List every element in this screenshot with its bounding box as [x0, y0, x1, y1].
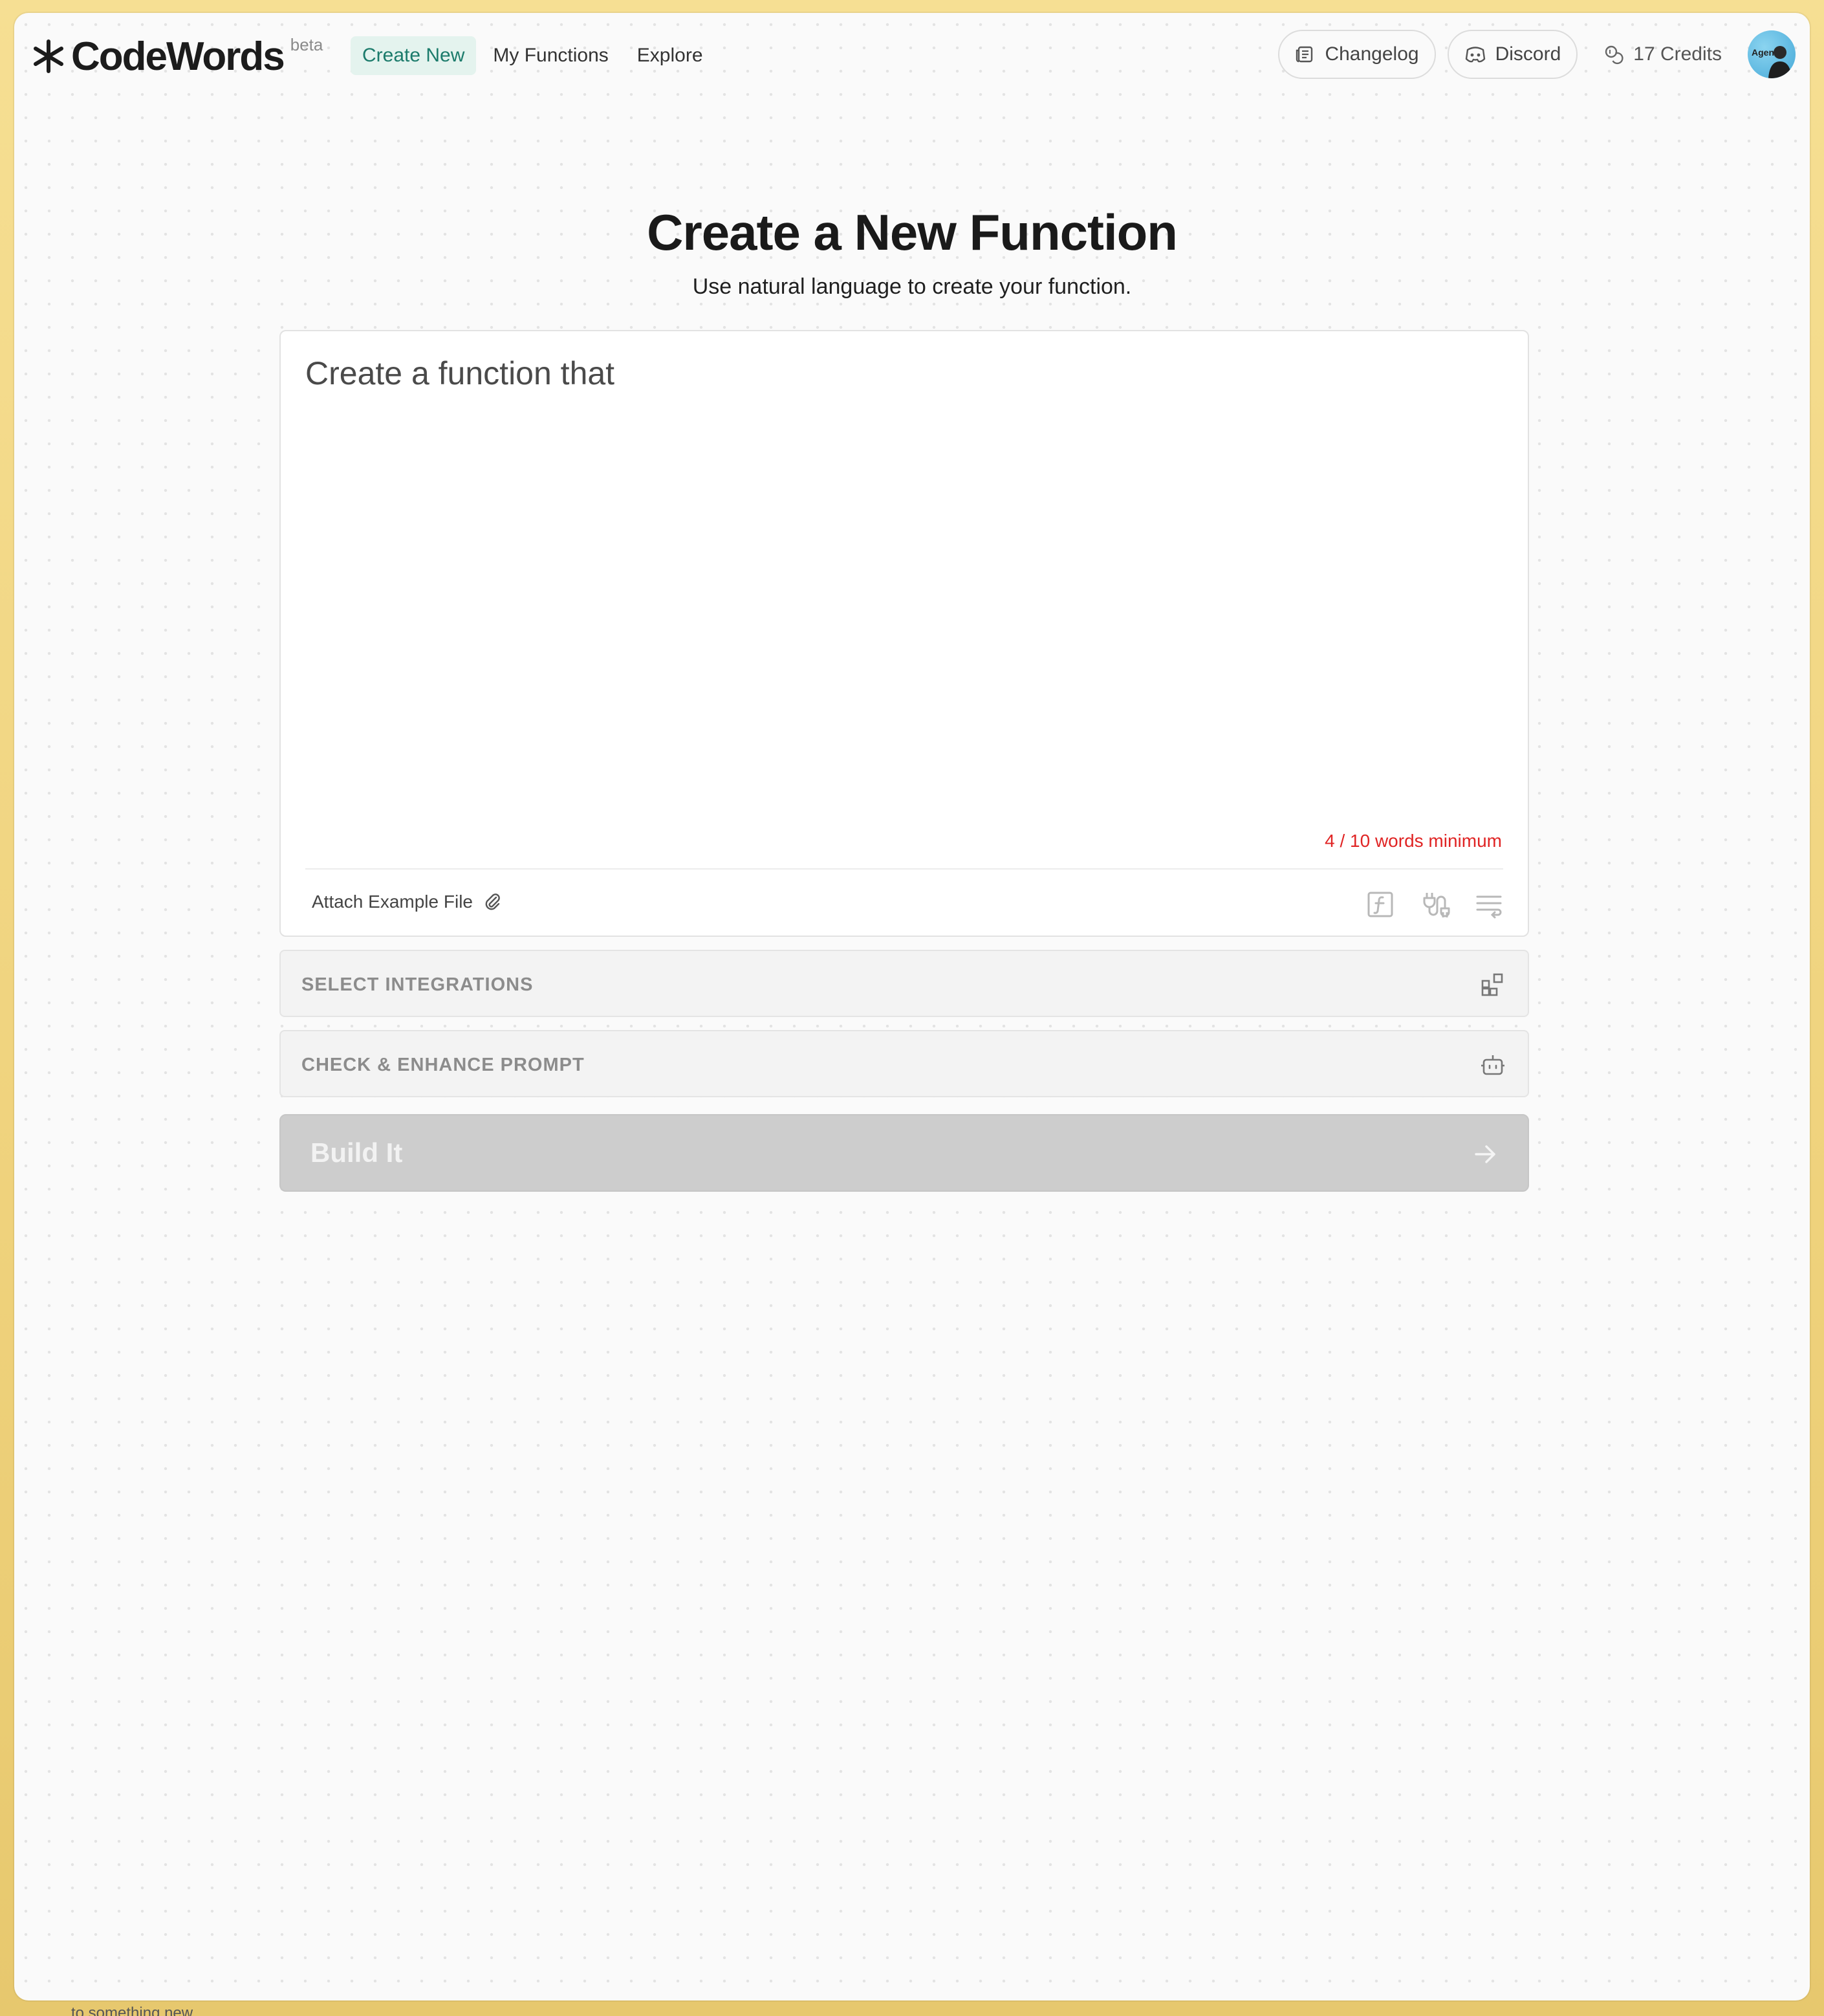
changelog-button[interactable]: Changelog [1278, 30, 1436, 79]
avatar-person-icon [1768, 46, 1792, 78]
enhance-label: CHECK & ENHANCE PROMPT [301, 1055, 585, 1075]
filter-lines-icon[interactable] [1473, 889, 1504, 920]
function-icon[interactable] [1365, 889, 1396, 920]
top-navigation: CodeWords beta Create New My Functions E… [14, 13, 1810, 110]
newspaper-icon [1296, 46, 1313, 63]
editor-tools [1365, 889, 1504, 920]
nav-explore[interactable]: Explore [625, 36, 715, 75]
build-label: Build It [310, 1137, 403, 1168]
build-it-button[interactable]: Build It [279, 1114, 1529, 1192]
changelog-label: Changelog [1325, 43, 1419, 65]
app-name: CodeWords [71, 34, 285, 79]
nav-actions: Changelog Discord 17 Credits Agent0 [1278, 30, 1796, 79]
beta-badge: beta [290, 35, 323, 54]
nav-links: Create New My Functions Explore [351, 36, 715, 75]
editor-divider [305, 868, 1503, 870]
discord-label: Discord [1495, 43, 1561, 65]
discord-button[interactable]: Discord [1447, 30, 1578, 79]
plug-icon[interactable] [1419, 889, 1450, 920]
arrow-right-icon [1475, 1145, 1495, 1163]
credits-label: 17 Credits [1633, 43, 1722, 65]
coins-icon [1605, 45, 1623, 65]
credits-indicator[interactable]: 17 Credits [1589, 43, 1736, 65]
nav-create-new[interactable]: Create New [351, 36, 477, 75]
prompt-input[interactable] [305, 355, 1502, 807]
robot-icon [1481, 1055, 1504, 1075]
asterisk-logo-icon [34, 39, 63, 73]
integrations-label: SELECT INTEGRATIONS [301, 974, 534, 995]
check-enhance-prompt-section[interactable]: CHECK & ENHANCE PROMPT [279, 1030, 1529, 1097]
word-count-warning: 4 / 10 words minimum [1325, 831, 1502, 851]
background-text: to something new. [71, 2004, 197, 2016]
page-title: Create a New Function [647, 204, 1178, 261]
user-avatar[interactable]: Agent0 [1748, 30, 1796, 78]
attach-file-button[interactable]: Attach Example File [312, 892, 503, 912]
page-subtitle: Use natural language to create your func… [692, 274, 1132, 299]
logo[interactable]: CodeWords beta [31, 31, 323, 83]
discord-icon [1465, 47, 1485, 63]
nav-my-functions[interactable]: My Functions [481, 36, 620, 75]
widgets-icon [1481, 973, 1503, 996]
prompt-editor: 4 / 10 words minimum Attach Example File [279, 330, 1529, 937]
attach-label: Attach Example File [312, 892, 473, 912]
select-integrations-section[interactable]: SELECT INTEGRATIONS [279, 950, 1529, 1017]
paperclip-icon [485, 893, 500, 910]
